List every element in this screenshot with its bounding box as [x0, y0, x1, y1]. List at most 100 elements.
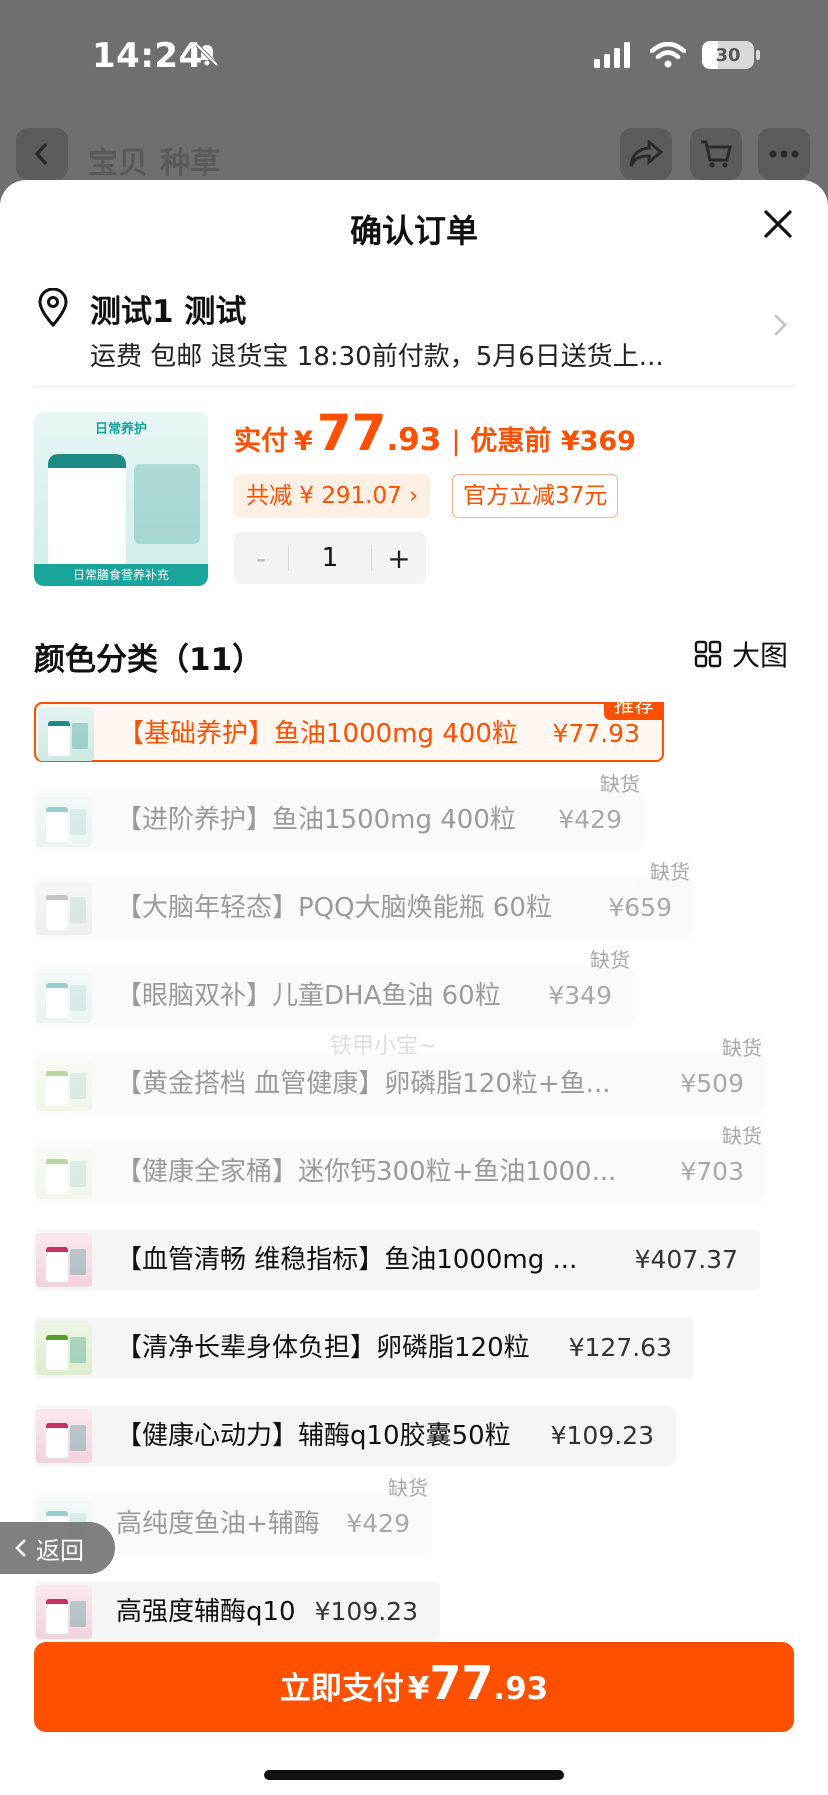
back-label: 返回 [36, 1536, 84, 1565]
recommended-badge: 推荐 [604, 702, 664, 720]
variant-name: 【健康全家桶】迷你钙300粒+鱼油1000... [116, 1157, 617, 1187]
status-time: 14:24 [92, 36, 203, 76]
chevron-left-icon [15, 1539, 26, 1557]
share-icon [629, 140, 663, 167]
variant-price: ¥349 [548, 981, 612, 1010]
chevron-left-icon [34, 142, 48, 166]
variant-price: ¥109.23 [550, 1421, 654, 1450]
variant-list: 【基础养护】鱼油1000mg 400粒 ¥77.93 推荐 【进阶养护】鱼油15… [0, 702, 828, 1720]
price-integer: 77 [316, 404, 387, 462]
original-price: 优惠前 ¥369 [470, 426, 636, 457]
variant-thumbnail [36, 1409, 92, 1463]
variant-thumbnail [36, 1057, 92, 1111]
cart-icon [701, 140, 732, 168]
variant-option[interactable]: 【大脑年轻态】PQQ大脑焕能瓶 60粒 ¥659 缺货 [34, 860, 694, 938]
pay-now-button[interactable]: 立即支付 ¥ 77 .93 [34, 1642, 794, 1732]
variant-price: ¥509 [680, 1069, 744, 1098]
product-image-title: 日常养护 [94, 422, 147, 437]
variant-option[interactable]: 【血管清畅 维稳指标】鱼油1000mg ... ¥407.37 [34, 1230, 760, 1290]
variant-thumbnail [36, 881, 92, 935]
variant-name: 高纯度鱼油+辅酶 [116, 1509, 320, 1539]
bg-back-button [16, 128, 68, 180]
variant-price: ¥659 [608, 893, 672, 922]
close-icon [764, 210, 792, 238]
variant-thumbnail [38, 707, 94, 761]
out-of-stock-badge: 缺货 [650, 860, 690, 884]
pay-price-integer: 77 [429, 1656, 494, 1710]
out-of-stock-badge: 缺货 [600, 772, 640, 796]
variant-thumbnail [36, 1321, 92, 1375]
price-separator: | [451, 426, 461, 457]
pay-now-label: 立即支付 [279, 1671, 404, 1707]
variant-option[interactable]: 【眼脑双补】儿童DHA鱼油 60粒 ¥349 缺货 [34, 948, 634, 1026]
variant-name: 【黄金搭档 血管健康】卵磷脂120粒+鱼... [116, 1069, 611, 1099]
battery-icon: 30 [702, 41, 760, 69]
variant-name: 【大脑年轻态】PQQ大脑焕能瓶 60粒 [116, 893, 552, 923]
variants-section-title: 颜色分类（11） [34, 642, 264, 678]
variant-price: ¥429 [346, 1509, 410, 1538]
product-info-graphic [134, 464, 200, 544]
out-of-stock-badge: 缺货 [590, 948, 630, 972]
quantity-value[interactable]: 1 [289, 543, 371, 573]
quantity-stepper: - 1 + [234, 532, 426, 584]
out-of-stock-badge: 缺货 [722, 1124, 762, 1148]
variant-thumbnail [36, 793, 92, 847]
battery-level: 30 [715, 44, 741, 66]
status-bar: 14:24 30 [0, 0, 828, 110]
variant-option[interactable]: 【健康全家桶】迷你钙300粒+鱼油1000... ¥703 缺货 [34, 1124, 766, 1202]
variant-thumbnail [36, 969, 92, 1023]
variant-name: 高强度辅酶q10 [116, 1597, 296, 1627]
address-details: 运费 包邮 退货宝 18:30前付款，5月6日送货上... [90, 342, 664, 372]
address-row[interactable]: 测试1 测试 运费 包邮 退货宝 18:30前付款，5月6日送货上... [34, 276, 794, 387]
price-line: 实付 ¥ 77 .93 | 优惠前 ¥369 [234, 404, 636, 464]
decrease-button[interactable]: - [234, 542, 288, 575]
variant-price: ¥407.37 [634, 1245, 738, 1274]
variant-thumbnail [36, 1145, 92, 1199]
bg-more-button [758, 128, 810, 180]
variant-option[interactable]: 【健康心动力】辅酶q10胶囊50粒 ¥109.23 [34, 1406, 676, 1466]
home-indicator[interactable] [264, 1770, 564, 1780]
currency-symbol: ¥ [294, 426, 313, 457]
increase-button[interactable]: + [372, 542, 426, 575]
paid-label: 实付 [234, 426, 288, 457]
variant-option[interactable]: 高强度辅酶q10 ¥109.23 [34, 1582, 440, 1642]
location-pin-icon [38, 288, 68, 328]
mute-bell-icon [195, 43, 219, 67]
variant-name: 【健康心动力】辅酶q10胶囊50粒 [116, 1421, 511, 1451]
variant-name: 【基础养护】鱼油1000mg 400粒 [118, 719, 518, 749]
variant-option[interactable]: 【进阶养护】鱼油1500mg 400粒 ¥429 缺货 [34, 772, 644, 850]
pay-currency: ¥ [407, 1671, 430, 1707]
big-view-toggle[interactable]: 大图 [694, 634, 788, 674]
bg-cart-button [690, 128, 742, 180]
product-image[interactable]: 日常养护 日常膳食营养补充 [34, 412, 208, 586]
floating-back-button[interactable]: 返回 [0, 1522, 115, 1574]
bg-tab-product: 宝贝 [88, 146, 148, 181]
bg-tab-notes: 种草 [160, 146, 220, 181]
price-decimal: .93 [386, 422, 442, 458]
variant-option[interactable]: 【清净长辈身体负担】卵磷脂120粒 ¥127.63 [34, 1318, 694, 1378]
variant-name: 【清净长辈身体负担】卵磷脂120粒 [116, 1333, 530, 1363]
variant-price: ¥429 [558, 805, 622, 834]
variant-thumbnail [36, 1585, 92, 1639]
out-of-stock-badge: 缺货 [722, 1036, 762, 1060]
product-bottle-graphic [48, 454, 126, 568]
grid-view-icon [694, 640, 722, 668]
out-of-stock-badge: 缺货 [388, 1476, 428, 1500]
chevron-right-icon [774, 314, 787, 336]
variant-name: 【血管清畅 维稳指标】鱼油1000mg ... [116, 1245, 578, 1275]
address-name: 测试1 测试 [90, 294, 247, 330]
wifi-icon [650, 42, 686, 68]
product-image-footer: 日常膳食营养补充 [34, 564, 208, 586]
variant-price: ¥109.23 [314, 1597, 418, 1626]
pay-price-decimal: .93 [493, 1671, 549, 1707]
watermark-text: 铁甲小宝~ [330, 1034, 437, 1059]
variant-option[interactable]: 【黄金搭档 血管健康】卵磷脂120粒+鱼... ¥509 缺货 [34, 1036, 766, 1114]
official-discount-chip: 官方立减37元 [452, 474, 619, 518]
sheet-title: 确认订单 [349, 212, 478, 250]
background-nav: 宝贝 种草 [0, 110, 828, 190]
close-button[interactable] [756, 202, 800, 246]
confirm-order-sheet: 确认订单 测试1 测试 运费 包邮 退货宝 18:30前付款，5月6日送货上..… [0, 180, 828, 1795]
total-discount-chip[interactable]: 共减 ¥ 291.07 › [234, 474, 431, 518]
variant-option[interactable]: 【基础养护】鱼油1000mg 400粒 ¥77.93 推荐 [34, 702, 664, 762]
variant-price: ¥703 [680, 1157, 744, 1186]
